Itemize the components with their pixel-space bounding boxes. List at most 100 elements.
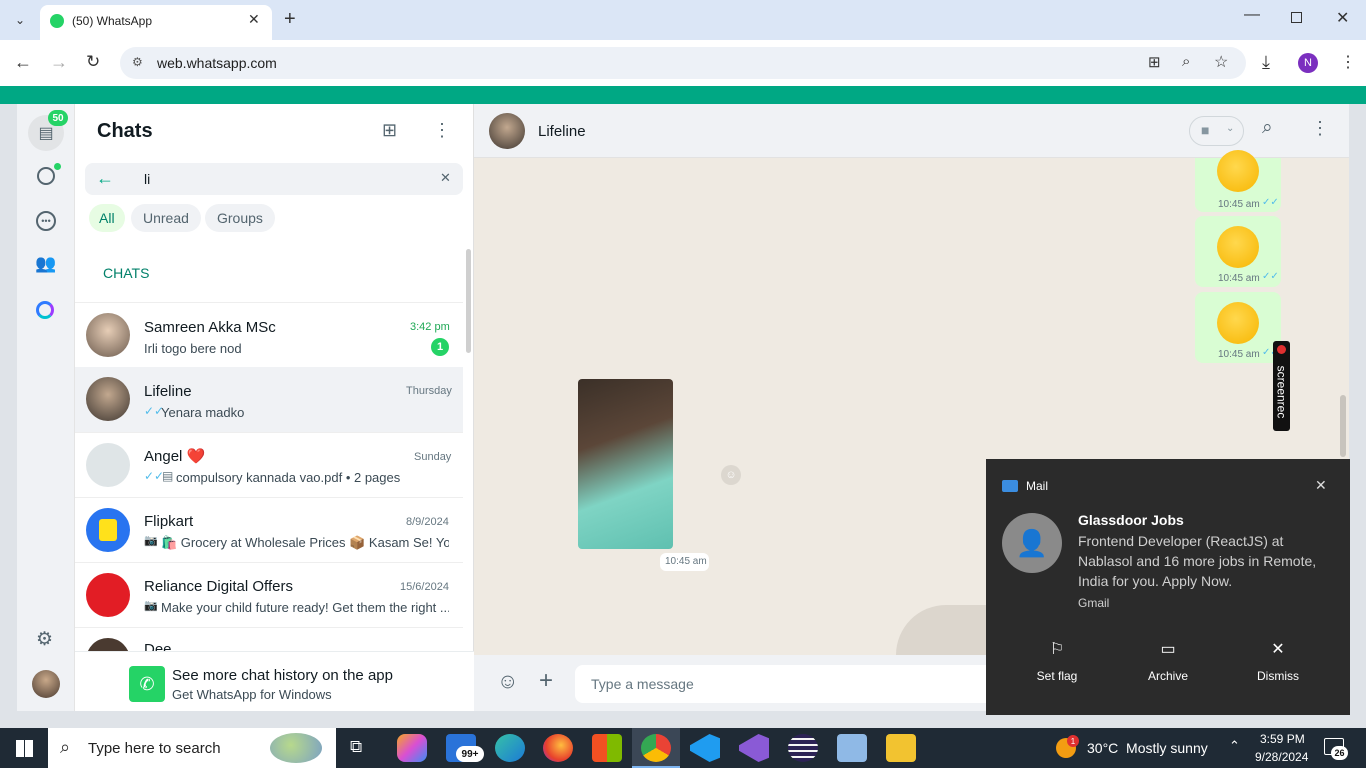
dismiss-icon: ✕	[1271, 641, 1285, 658]
hugging-face-emoji-icon	[1217, 150, 1259, 192]
back-icon[interactable]: ←	[14, 52, 32, 73]
toast-close-icon[interactable]: ✕	[1315, 477, 1327, 494]
screenrec-widget[interactable]: screenrec	[1273, 341, 1290, 431]
read-ticks-icon: ✓✓	[1262, 271, 1279, 282]
video-icon: ■	[1201, 122, 1210, 138]
chrome-icon[interactable]	[641, 734, 671, 762]
tab-close-icon[interactable]: ✕	[248, 11, 260, 28]
clear-search-icon[interactable]: ✕	[440, 170, 451, 186]
minimize-icon[interactable]: —	[1244, 6, 1260, 24]
archive-button[interactable]: ▭ Archive	[1133, 639, 1203, 689]
chat-row[interactable]: Flipkart 📷 🛍️ Grocery at Wholesale Price…	[75, 497, 463, 562]
store-icon[interactable]	[592, 734, 622, 762]
incoming-image-message[interactable]	[578, 379, 673, 549]
message-time: 10:45 am	[665, 556, 707, 567]
download-icon[interactable]: ⤓	[1262, 52, 1270, 73]
chats-title: Chats	[97, 120, 153, 142]
profile-avatar[interactable]: N	[1298, 53, 1318, 73]
emoji-picker-icon[interactable]: ☺	[497, 670, 518, 694]
copilot-icon[interactable]	[397, 734, 427, 762]
dismiss-button[interactable]: ✕ Dismiss	[1243, 639, 1313, 689]
clock-time[interactable]: 3:59 PM	[1260, 732, 1305, 746]
status-nav-icon[interactable]	[37, 167, 55, 185]
zoom-icon[interactable]: ⌕	[1182, 53, 1190, 70]
message-time: 10:45 am	[1218, 199, 1260, 210]
tray-chevron-up-icon[interactable]: ⌃	[1229, 738, 1240, 754]
chat-name: Lifeline	[144, 383, 192, 400]
chat-row[interactable]: Reliance Digital Offers 📷 Make your chil…	[75, 562, 463, 627]
image-time-chip: 10:45 am	[660, 553, 709, 571]
filter-unread[interactable]: Unread	[131, 204, 201, 232]
chat-row[interactable]: Lifeline ✓✓ Yenara madko Thursday	[75, 367, 463, 432]
clock-date[interactable]: 9/28/2024	[1255, 750, 1308, 764]
task-view-icon[interactable]: ⧉	[350, 737, 362, 757]
chat-row[interactable]: Angel ❤️ ✓✓ ▤ compulsory kannada vao.pdf…	[75, 432, 463, 497]
whatsapp-logo-icon: ✆	[129, 666, 165, 702]
tab-search-icon[interactable]: ⌄	[8, 8, 32, 32]
react-emoji-icon[interactable]: ☺	[721, 465, 741, 485]
weather-alert-badge: 1	[1067, 735, 1079, 747]
my-profile-avatar[interactable]	[32, 670, 60, 698]
meta-ai-icon[interactable]	[36, 301, 54, 319]
communities-nav-icon[interactable]: 👥	[35, 254, 56, 274]
mail-body: Frontend Developer (ReactJS) at Nablasol…	[1078, 533, 1317, 589]
filter-all[interactable]: All	[89, 204, 125, 232]
search-highlight-illustration-icon	[270, 733, 322, 763]
close-window-icon[interactable]: ✕	[1336, 8, 1349, 28]
firefox-icon[interactable]	[543, 734, 573, 762]
video-call-button[interactable]: ■ ⌄	[1189, 116, 1244, 146]
address-bar[interactable]: ⚙ web.whatsapp.com ⊞ ⌕ ☆	[120, 47, 1246, 79]
chat-preview: compulsory kannada vao.pdf • 2 pages	[176, 470, 401, 485]
menu-icon[interactable]: ⋮	[433, 120, 451, 141]
search-input[interactable]: li	[144, 171, 150, 187]
outgoing-message[interactable]: 10:45 am ✓✓	[1195, 292, 1281, 363]
camera-icon: 📷	[144, 535, 158, 547]
message-placeholder: Type a message	[591, 676, 694, 692]
attach-plus-icon[interactable]: +	[539, 667, 553, 695]
search-box[interactable]: ← li ✕	[85, 163, 463, 195]
chat-row[interactable]: Dee	[75, 627, 463, 651]
mail-unread-badge: 99+	[456, 746, 484, 762]
tab-title: (50) WhatsApp	[72, 14, 153, 28]
chat-preview: Irli togo bere nod	[144, 341, 242, 356]
taskbar-search-box[interactable]: ⌕ Type here to search	[48, 728, 336, 768]
browser-menu-icon[interactable]: ⋮	[1340, 52, 1356, 72]
contact-avatar	[86, 313, 130, 357]
chat-menu-icon[interactable]: ⋮	[1311, 118, 1329, 139]
new-chat-icon[interactable]: ⊞	[382, 120, 397, 141]
chat-scrollbar[interactable]	[1340, 395, 1346, 457]
install-app-icon[interactable]: ⊞	[1148, 53, 1161, 71]
site-info-icon[interactable]: ⚙	[132, 55, 143, 69]
mail-notification-toast[interactable]: Mail ✕ 👤 Glassdoor Jobs Frontend Develop…	[986, 459, 1350, 715]
eclipse-icon[interactable]	[788, 734, 818, 762]
weather-text[interactable]: 30°C Mostly sunny	[1087, 740, 1208, 756]
bookmark-star-icon[interactable]: ☆	[1214, 52, 1228, 72]
channels-nav-icon[interactable]: •••	[36, 211, 56, 231]
browser-tab-whatsapp[interactable]: (50) WhatsApp ✕	[40, 5, 272, 40]
search-back-icon[interactable]: ←	[96, 168, 114, 189]
chat-row[interactable]: Samreen Akka MSc Irli togo bere nod 3:42…	[75, 302, 463, 367]
reload-icon[interactable]: ↻	[86, 52, 100, 72]
restore-icon[interactable]	[1291, 12, 1302, 23]
set-flag-button[interactable]: ⚐ Set flag	[1022, 639, 1092, 689]
header-avatar[interactable]	[489, 113, 525, 149]
file-explorer-icon[interactable]	[886, 734, 916, 762]
outgoing-message[interactable]: 10:45 am ✓✓	[1195, 150, 1281, 212]
remote-desktop-icon[interactable]	[837, 734, 867, 762]
windows-start-icon[interactable]	[16, 740, 33, 757]
message-time: 10:45 am	[1218, 349, 1260, 360]
settings-icon[interactable]: ⚙	[36, 628, 53, 651]
chat-name: Samreen Akka MSc	[144, 319, 276, 336]
edge-icon[interactable]	[495, 734, 525, 762]
conversation-header[interactable]: Lifeline ■ ⌄ ⌕ ⋮	[474, 104, 1349, 158]
outgoing-message[interactable]: 10:45 am ✓✓	[1195, 216, 1281, 287]
search-chat-icon[interactable]: ⌕	[1262, 117, 1273, 139]
new-tab-icon[interactable]: +	[284, 8, 296, 31]
message-input[interactable]: Type a message	[575, 665, 995, 703]
forward-icon[interactable]: →	[50, 52, 68, 73]
chat-list-scrollbar[interactable]	[466, 249, 471, 353]
filter-groups[interactable]: Groups	[205, 204, 275, 232]
get-app-banner[interactable]: ✆ See more chat history on the app Get W…	[75, 651, 474, 711]
mail-account: Gmail	[1078, 596, 1110, 610]
sender-avatar: 👤	[1002, 513, 1062, 573]
